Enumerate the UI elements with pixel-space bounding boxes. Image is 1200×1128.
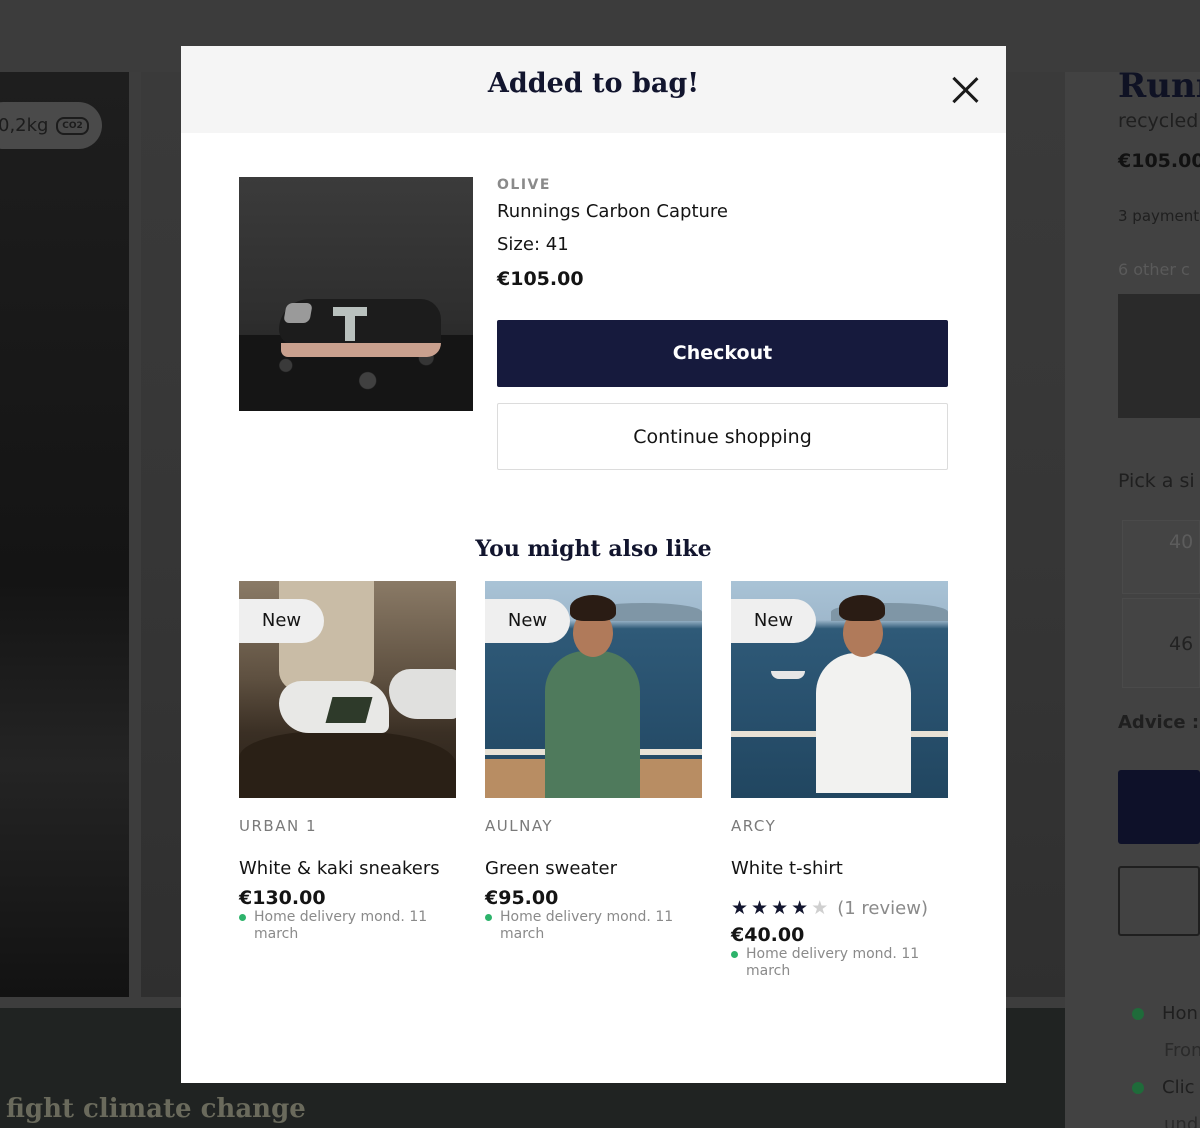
new-badge: New — [731, 599, 816, 643]
boat-shape — [771, 671, 805, 679]
bg-other-colors: 6 other c — [1118, 260, 1190, 279]
continue-shopping-button[interactable]: Continue shopping — [497, 403, 948, 470]
product-size: Size: 41 — [497, 234, 569, 255]
review-count[interactable]: (1 review) — [837, 898, 928, 919]
model-hair — [570, 595, 616, 621]
product-price: €105.00 — [497, 268, 584, 290]
sneaker-shape — [389, 669, 456, 719]
product-gallery-image-left — [0, 72, 129, 997]
modal-title: Added to bag! — [487, 68, 700, 99]
added-to-bag-modal: Added to bag! OLIVE Runnings Carbon Capt… — [181, 46, 1006, 1083]
star-filled-icon: ★ — [771, 897, 789, 919]
status-dot-icon — [1132, 1008, 1144, 1020]
card-delivery: Home delivery mond. 11 march — [731, 946, 948, 980]
bg-product-subtitle: recycled — [1118, 110, 1199, 132]
star-filled-icon: ★ — [731, 897, 749, 919]
star-icons: ★ ★ ★ ★ ★ — [731, 897, 831, 919]
brand-logo-icon — [333, 307, 367, 341]
close-icon[interactable] — [951, 76, 979, 104]
card-brand: ARCY — [731, 817, 777, 835]
model-tshirt — [816, 653, 911, 793]
bg-product-title: Runn — [1118, 66, 1200, 106]
co2-pill: 0,2kg CO2 — [0, 102, 102, 149]
bg-delivery-subtext: und — [1164, 1114, 1199, 1128]
card-price: €40.00 — [731, 924, 805, 946]
bg-size-option: 46 — [1122, 598, 1200, 688]
bg-payment-info: 3 payment — [1118, 207, 1200, 225]
product-image — [239, 177, 473, 411]
bg-delivery-item: Hon — [1132, 1003, 1198, 1024]
bg-advice-label: Advice : — [1118, 712, 1200, 733]
new-badge: New — [239, 599, 324, 643]
delivery-dot-icon — [485, 914, 492, 921]
star-empty-icon: ★ — [811, 897, 829, 919]
co2-value: 0,2kg — [0, 115, 49, 136]
card-price: €130.00 — [239, 887, 326, 909]
recommendation-card[interactable]: New ARCY White t-shirt ★ ★ ★ ★ ★ (1 review) €… — [731, 581, 948, 979]
bg-delivery-subtext: Fron — [1164, 1040, 1200, 1061]
card-brand: URBAN 1 — [239, 817, 317, 835]
co2-icon: CO2 — [56, 117, 89, 135]
rating-stars[interactable]: ★ ★ ★ ★ ★ (1 review) — [731, 897, 928, 919]
bg-add-to-bag-button — [1118, 770, 1200, 844]
sneaker-sole — [281, 343, 441, 357]
bg-delivery-item: Clic — [1132, 1077, 1194, 1098]
card-brand: AULNAY — [485, 817, 554, 835]
star-filled-icon: ★ — [791, 897, 809, 919]
brand-logo-icon — [325, 697, 373, 723]
bg-color-thumbnail — [1118, 294, 1200, 418]
card-name[interactable]: White t-shirt — [731, 858, 843, 879]
sneaker-panel — [283, 303, 313, 323]
checkout-button[interactable]: Checkout — [497, 320, 948, 387]
product-thumbnail[interactable]: New — [485, 581, 702, 798]
rock-shape — [239, 731, 456, 798]
new-badge: New — [485, 599, 570, 643]
card-delivery: Home delivery mond. 11 march — [239, 909, 456, 943]
delivery-dot-icon — [731, 951, 738, 958]
status-dot-icon — [1132, 1082, 1144, 1094]
card-price: €95.00 — [485, 887, 559, 909]
bg-product-price: €105.00 — [1118, 150, 1200, 172]
card-name[interactable]: Green sweater — [485, 858, 617, 879]
product-thumbnail[interactable]: New — [731, 581, 948, 798]
product-name: Runnings Carbon Capture — [497, 201, 728, 222]
bg-pick-size-label: Pick a si — [1118, 470, 1195, 492]
recommendation-card[interactable]: New AULNAY Green sweater €95.00 Home del… — [485, 581, 702, 942]
recommendation-card[interactable]: New URBAN 1 White & kaki sneakers €130.0… — [239, 581, 456, 942]
bg-banner-text: fight climate change — [6, 1094, 306, 1124]
recommendations-title: You might also like — [475, 536, 712, 562]
product-brand: OLIVE — [497, 177, 551, 193]
star-filled-icon: ★ — [751, 897, 769, 919]
card-delivery: Home delivery mond. 11 march — [485, 909, 702, 943]
product-thumbnail[interactable]: New — [239, 581, 456, 798]
card-name[interactable]: White & kaki sneakers — [239, 858, 440, 879]
delivery-dot-icon — [239, 914, 246, 921]
bg-size-option: 40 — [1122, 520, 1200, 594]
bg-secondary-button — [1118, 866, 1200, 936]
model-hair — [839, 595, 885, 621]
model-sweater — [545, 651, 640, 798]
